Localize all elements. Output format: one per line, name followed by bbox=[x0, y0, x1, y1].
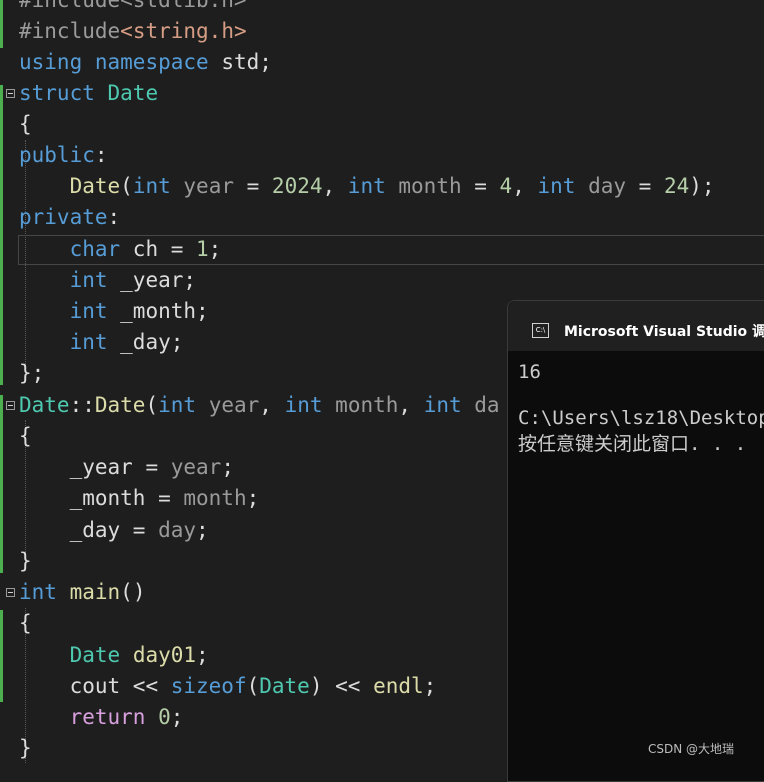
code-line: using namespace std; bbox=[19, 50, 272, 74]
code-line: { bbox=[19, 112, 32, 136]
code-line: int _day; bbox=[69, 330, 184, 354]
change-marker bbox=[0, 0, 3, 48]
console-title: Microsoft Visual Studio 调试控 bbox=[564, 324, 764, 340]
code-line: } bbox=[19, 549, 32, 573]
code-line: private: bbox=[19, 205, 121, 229]
code-line: cout << sizeof(Date) << endl; bbox=[69, 674, 437, 698]
code-line: { bbox=[19, 424, 32, 448]
code-line: { bbox=[19, 611, 32, 635]
code-line: char ch = 1; bbox=[69, 237, 222, 261]
code-line: } bbox=[19, 736, 32, 760]
code-line: int _year; bbox=[69, 268, 197, 292]
code-line: _year = year; bbox=[69, 455, 234, 479]
code-line: Date::Date(int year, int month, int da bbox=[19, 393, 500, 417]
code-line: struct Date bbox=[19, 81, 159, 105]
code-line: Date(int year = 2024, int month = 4, int… bbox=[69, 174, 715, 198]
change-marker bbox=[0, 85, 3, 385]
code-line: }; bbox=[19, 361, 45, 385]
code-line: int main() bbox=[19, 580, 146, 604]
change-marker bbox=[0, 395, 3, 573]
code-line: _day = day; bbox=[69, 518, 209, 542]
code-line: #include<string.h> bbox=[19, 19, 247, 43]
code-line: int _month; bbox=[69, 299, 209, 323]
debug-console-window[interactable]: C:\ Microsoft Visual Studio 调试控 16 C:\Us… bbox=[507, 300, 764, 782]
code-line: Date day01; bbox=[69, 643, 209, 667]
code-line: public: bbox=[19, 143, 108, 167]
terminal-icon: C:\ bbox=[532, 323, 549, 338]
console-output-line: C:\Users\lsz18\Desktop bbox=[518, 407, 764, 429]
collapse-icon[interactable] bbox=[6, 588, 15, 597]
code-line: #include<stdlib.h> bbox=[19, 0, 247, 12]
code-line: return 0; bbox=[69, 705, 184, 729]
console-output-line: 16 bbox=[518, 361, 541, 383]
collapse-icon[interactable] bbox=[6, 89, 15, 98]
watermark: CSDN @大地瑞 bbox=[648, 742, 735, 756]
code-line: _month = month; bbox=[69, 486, 260, 510]
console-output-line: 按任意键关闭此窗口. . . bbox=[518, 433, 747, 455]
change-marker bbox=[0, 610, 3, 702]
console-titlebar[interactable]: C:\ Microsoft Visual Studio 调试控 bbox=[508, 301, 764, 351]
collapse-icon[interactable] bbox=[6, 401, 15, 410]
